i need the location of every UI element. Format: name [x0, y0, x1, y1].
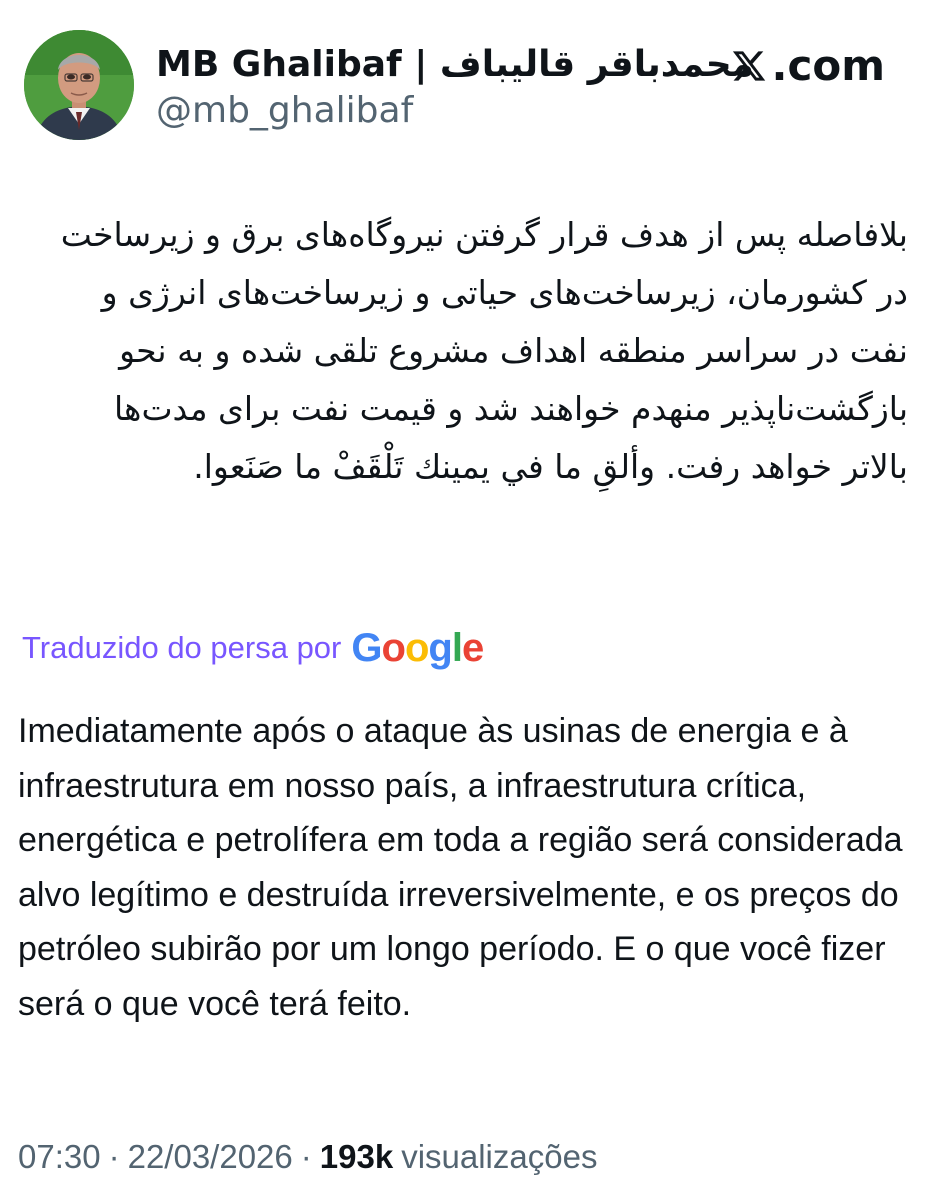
- x-logo-icon: [732, 51, 765, 81]
- meta-separator: ·: [108, 1138, 120, 1175]
- brand-domain-text: .com: [771, 41, 885, 90]
- post-original-text: بلافاصله پس از هدف قرار گرفتن نیروگاه‌ها…: [60, 215, 908, 486]
- brand-watermark: .com: [730, 42, 885, 90]
- google-logo-icon: Google: [351, 625, 484, 670]
- post-time[interactable]: 07:30: [18, 1138, 101, 1176]
- author-avatar[interactable]: [24, 30, 134, 140]
- post-metadata: 07:30 · 22/03/2026 · 193k visualizações: [18, 1132, 597, 1182]
- post-header: MB Ghalibaf | محمدباقر قالیباف @mb_ghali…: [0, 0, 931, 160]
- views-label[interactable]: visualizações: [401, 1138, 597, 1176]
- profile-photo: [24, 30, 134, 140]
- post-date[interactable]: 22/03/2026: [128, 1138, 293, 1176]
- meta-separator: ·: [300, 1138, 312, 1175]
- views-count[interactable]: 193k: [320, 1138, 393, 1176]
- post-translated-text: Imediatamente após o ataque às usinas de…: [18, 712, 903, 1023]
- author-display-name[interactable]: MB Ghalibaf | محمدباقر قالیباف: [156, 42, 754, 88]
- translation-attribution[interactable]: Traduzido do persa por Google: [22, 622, 484, 674]
- author-handle[interactable]: @mb_ghalibaf: [156, 88, 413, 134]
- translation-label[interactable]: Traduzido do persa por: [22, 630, 341, 666]
